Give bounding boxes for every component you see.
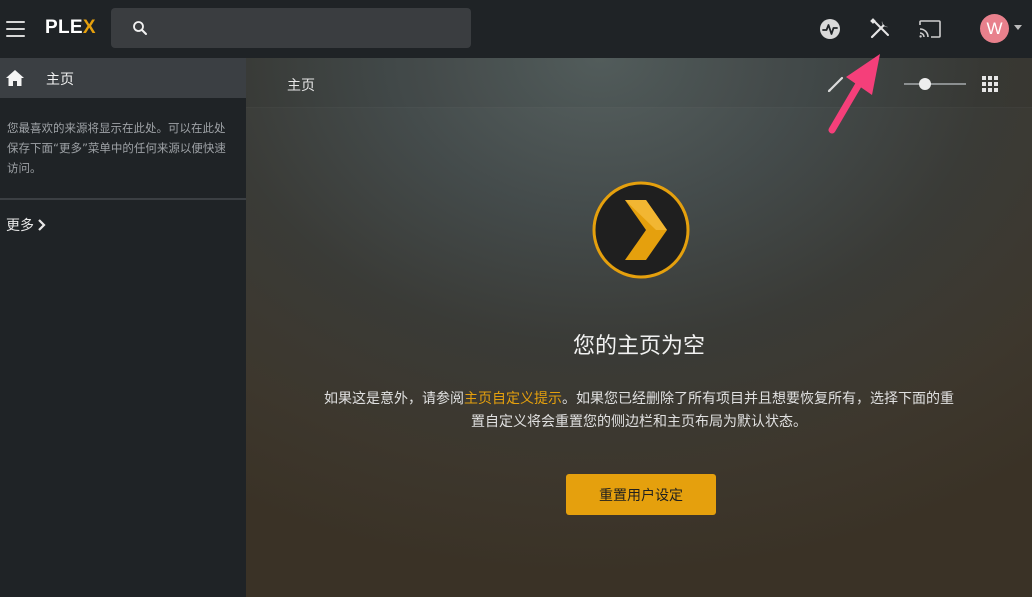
empty-state-text: 如果这是意外，请参阅主页自定义提示。如果您已经删除了所有项目并且想要恢复所有，选… (318, 388, 960, 434)
plex-chevron-logo-icon (592, 181, 690, 279)
slider-thumb[interactable] (919, 78, 931, 90)
hamburger-menu-icon[interactable] (6, 17, 26, 39)
plex-logo[interactable]: PLEX (45, 17, 96, 39)
settings-tools-icon[interactable] (867, 16, 893, 42)
size-slider[interactable] (904, 75, 966, 93)
home-icon (6, 70, 24, 86)
sidebar: 主页 您最喜欢的来源将显示在此处。可以在此处保存下面“更多”菜单中的任何来源以便… (0, 58, 246, 597)
search-input[interactable] (157, 8, 457, 48)
chevron-down-icon[interactable] (1014, 25, 1022, 30)
search-icon (133, 21, 147, 35)
more-button[interactable]: 更多 (6, 215, 47, 235)
sidebar-divider (0, 198, 246, 200)
main-header: 主页 (246, 58, 1032, 108)
empty-text-before: 如果这是意外，请参阅 (324, 391, 464, 407)
reset-customization-button[interactable]: 重置用户设定 (566, 474, 716, 515)
more-label: 更多 (6, 218, 34, 234)
empty-state-title: 您的主页为空 (572, 334, 705, 359)
page-title: 主页 (287, 78, 315, 94)
cast-icon[interactable] (917, 16, 943, 42)
pencil-icon[interactable] (826, 74, 846, 94)
main-content: 主页 您的主页为空 如果这是意外，请参阅主页自定义提示。如果您已经删除了所有项目… (246, 58, 1032, 597)
user-avatar[interactable]: W (980, 14, 1009, 43)
sidebar-item-label: 主页 (46, 72, 74, 88)
customize-tips-link[interactable]: 主页自定义提示 (464, 391, 562, 407)
chevron-right-icon (38, 218, 46, 231)
logo-accent-x: X (82, 17, 96, 38)
grid-view-icon[interactable] (982, 76, 998, 92)
sidebar-item-home[interactable]: 主页 (0, 58, 246, 98)
slider-track (904, 83, 966, 85)
top-bar: PLEX W (0, 0, 1032, 58)
logo-text: PLE (45, 17, 83, 38)
sidebar-hint-text: 您最喜欢的来源将显示在此处。可以在此处保存下面“更多”菜单中的任何来源以便快速访… (7, 121, 226, 175)
search-box[interactable] (111, 8, 471, 48)
activity-icon[interactable] (817, 16, 843, 42)
